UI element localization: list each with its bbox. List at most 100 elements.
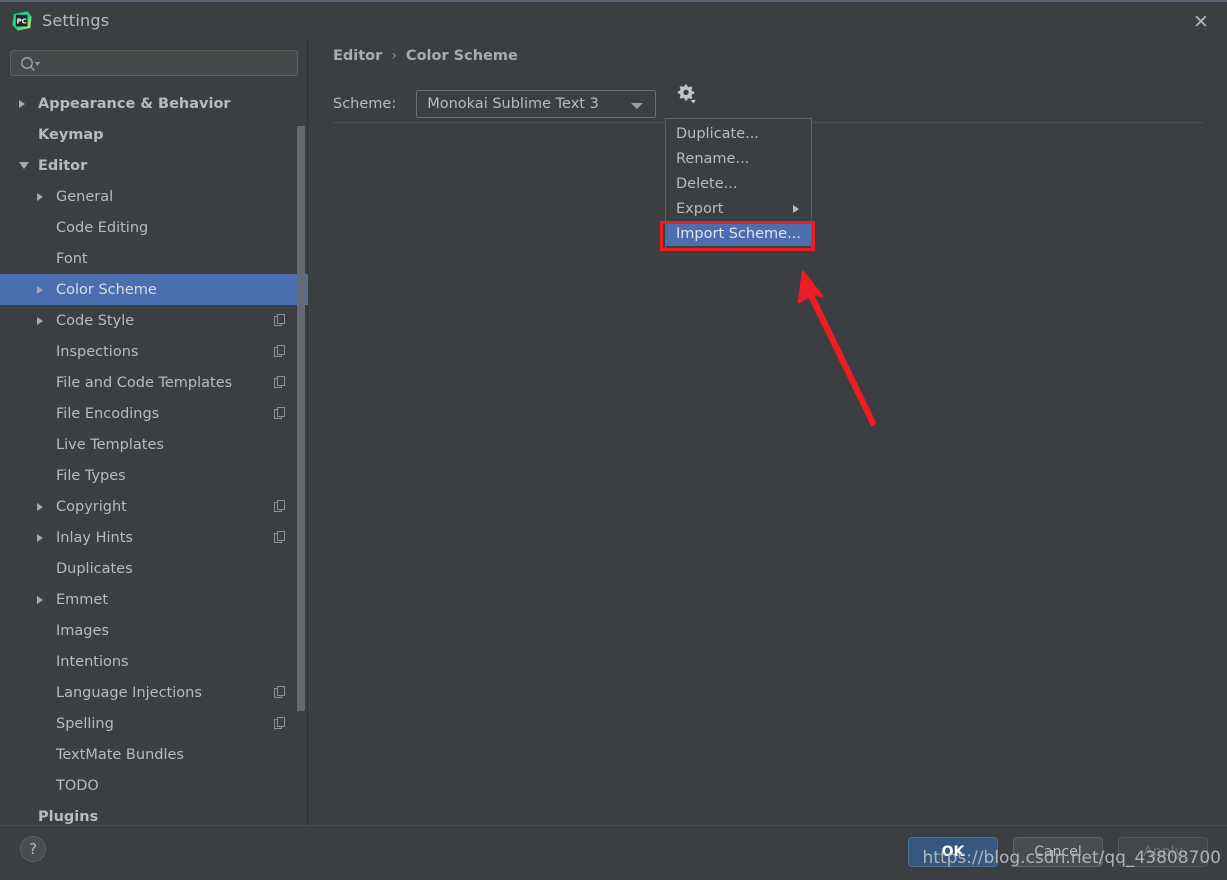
- menu-item-label: Export: [676, 200, 724, 217]
- dialog-footer: ? OK Cancel Apply: [0, 825, 1227, 880]
- sidebar-item-code-style[interactable]: Code Style: [0, 305, 308, 336]
- sidebar-item-label: Editor: [38, 157, 88, 174]
- chevron-down-icon[interactable]: [19, 162, 29, 169]
- sidebar-item-label: TODO: [56, 777, 99, 794]
- sidebar-item-spelling[interactable]: Spelling: [0, 708, 308, 739]
- sidebar-item-appearance-behavior[interactable]: Appearance & Behavior: [0, 88, 308, 119]
- help-button[interactable]: ?: [20, 836, 46, 862]
- menu-item-duplicate[interactable]: Duplicate...: [666, 121, 811, 146]
- chevron-right-icon[interactable]: [37, 595, 43, 604]
- settings-tree[interactable]: Appearance & Behavior Keymap Editor General…: [0, 88, 308, 825]
- sidebar-item-label: Live Templates: [56, 436, 164, 453]
- sidebar-item-language-injections[interactable]: Language Injections: [0, 677, 308, 708]
- sidebar-item-label: TextMate Bundles: [56, 746, 184, 763]
- sidebar-item-label: Code Style: [56, 312, 135, 329]
- sidebar-item-images[interactable]: Images: [0, 615, 308, 646]
- pycharm-logo-icon: PC: [12, 11, 32, 31]
- chevron-right-icon[interactable]: [37, 285, 43, 294]
- settings-dialog: PC Settings ✕ Appearance & Behavior Keyma…: [0, 0, 1227, 880]
- chevron-right-icon[interactable]: [19, 99, 25, 108]
- sidebar-item-file-and-code-templates[interactable]: File and Code Templates: [0, 367, 308, 398]
- search-field-wrapper: [10, 50, 298, 76]
- sidebar-item-file-encodings[interactable]: File Encodings: [0, 398, 308, 429]
- menu-item-delete[interactable]: Delete...: [666, 171, 811, 196]
- search-icon: [21, 57, 40, 72]
- search-input[interactable]: [45, 51, 291, 75]
- copy-settings-icon[interactable]: [274, 531, 286, 543]
- sidebar-scrollbar-thumb[interactable]: [297, 126, 305, 711]
- sidebar-item-label: Language Injections: [56, 684, 202, 701]
- sidebar-item-label: Emmet: [56, 591, 109, 608]
- sidebar-item-general[interactable]: General: [0, 181, 308, 212]
- chevron-right-icon[interactable]: [37, 316, 43, 325]
- sidebar-item-label: Copyright: [56, 498, 127, 515]
- sidebar-item-font[interactable]: Font: [0, 243, 308, 274]
- sidebar-item-color-scheme[interactable]: Color Scheme: [0, 274, 308, 305]
- breadcrumb: Editor › Color Scheme: [333, 48, 518, 64]
- copy-settings-icon[interactable]: [274, 376, 286, 388]
- menu-item-export[interactable]: Export: [666, 196, 811, 221]
- sidebar-item-label: Images: [56, 622, 109, 639]
- sidebar-item-code-editing[interactable]: Code Editing: [0, 212, 308, 243]
- menu-item-import-scheme[interactable]: Import Scheme...: [666, 221, 811, 246]
- copy-settings-icon[interactable]: [274, 686, 286, 698]
- svg-text:PC: PC: [17, 17, 27, 25]
- sidebar-item-label: Keymap: [38, 126, 104, 143]
- copy-settings-icon[interactable]: [274, 500, 286, 512]
- chevron-down-icon: [631, 103, 644, 109]
- sidebar-item-label: File and Code Templates: [56, 374, 233, 391]
- menu-item-label: Duplicate...: [676, 125, 759, 142]
- menu-item-rename[interactable]: Rename...: [666, 146, 811, 171]
- sidebar-item-todo[interactable]: TODO: [0, 770, 308, 801]
- sidebar-item-textmate-bundles[interactable]: TextMate Bundles: [0, 739, 308, 770]
- sidebar-item-label: Color Scheme: [56, 281, 157, 298]
- sidebar-item-live-templates[interactable]: Live Templates: [0, 429, 308, 460]
- scheme-label: Scheme:: [333, 96, 397, 112]
- close-icon[interactable]: ✕: [1189, 10, 1213, 34]
- sidebar-item-label: Plugins: [38, 808, 99, 825]
- sidebar-item-inlay-hints[interactable]: Inlay Hints: [0, 522, 308, 553]
- scheme-context-menu[interactable]: Duplicate... Rename... Delete... Export Impo…: [665, 118, 812, 249]
- breadcrumb-current: Color Scheme: [405, 48, 518, 64]
- copy-settings-icon[interactable]: [274, 345, 286, 357]
- sidebar-item-label: File Encodings: [56, 405, 160, 422]
- copy-settings-icon[interactable]: [274, 314, 286, 326]
- menu-item-label: Delete...: [676, 175, 738, 192]
- chevron-right-icon[interactable]: [37, 192, 43, 201]
- sidebar-item-label: Spelling: [56, 715, 114, 732]
- settings-sidebar: Appearance & Behavior Keymap Editor General…: [0, 38, 308, 825]
- gear-icon: [677, 84, 696, 104]
- sidebar-item-label: Intentions: [56, 653, 129, 670]
- menu-item-label: Rename...: [676, 150, 750, 167]
- breadcrumb-parent[interactable]: Editor: [333, 48, 382, 64]
- sidebar-item-emmet[interactable]: Emmet: [0, 584, 308, 615]
- sidebar-item-label: Inlay Hints: [56, 529, 133, 546]
- sidebar-item-editor[interactable]: Editor: [0, 150, 308, 181]
- sidebar-item-copyright[interactable]: Copyright: [0, 491, 308, 522]
- sidebar-item-duplicates[interactable]: Duplicates: [0, 553, 308, 584]
- breadcrumb-separator-icon: ›: [391, 48, 397, 64]
- copy-settings-icon[interactable]: [274, 407, 286, 419]
- sidebar-item-label: Code Editing: [56, 219, 149, 236]
- cancel-button[interactable]: Cancel: [1013, 837, 1103, 867]
- apply-button[interactable]: Apply: [1118, 837, 1208, 867]
- sidebar-item-label: Inspections: [56, 343, 139, 360]
- title-bar: PC Settings ✕: [0, 0, 1227, 38]
- search-box[interactable]: [10, 50, 298, 76]
- sidebar-item-label: Appearance & Behavior: [38, 95, 231, 112]
- chevron-right-icon[interactable]: [37, 533, 43, 542]
- sidebar-item-keymap[interactable]: Keymap: [0, 119, 308, 150]
- sidebar-item-plugins[interactable]: Plugins: [0, 801, 308, 825]
- sidebar-item-label: General: [56, 188, 114, 205]
- chevron-right-icon[interactable]: [37, 502, 43, 511]
- scheme-dropdown[interactable]: Monokai Sublime Text 3: [416, 90, 657, 118]
- sidebar-item-intentions[interactable]: Intentions: [0, 646, 308, 677]
- sidebar-item-file-types[interactable]: File Types: [0, 460, 308, 491]
- sidebar-item-label: Duplicates: [56, 560, 133, 577]
- copy-settings-icon[interactable]: [274, 717, 286, 729]
- chevron-right-icon: [793, 205, 799, 213]
- scheme-row: Scheme: Monokai Sublime Text 3: [333, 90, 657, 118]
- sidebar-item-inspections[interactable]: Inspections: [0, 336, 308, 367]
- ok-button[interactable]: OK: [908, 837, 998, 867]
- scheme-settings-gear-button[interactable]: [671, 80, 701, 108]
